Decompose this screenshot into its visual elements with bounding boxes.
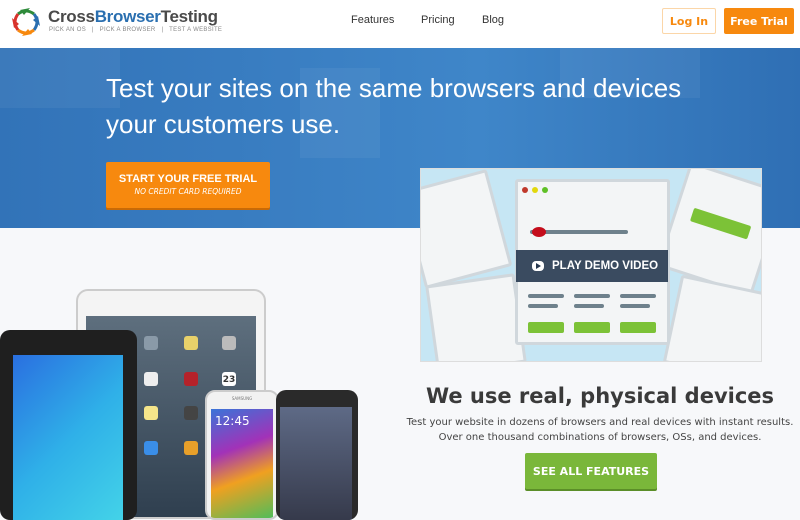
app-icon <box>184 336 198 350</box>
illustration-bar <box>620 294 656 298</box>
brand-cross: Cross <box>48 7 95 26</box>
features-description: Test your website in dozens of browsers … <box>400 415 800 445</box>
illustration-button <box>620 322 656 333</box>
iphone-screen <box>280 407 352 520</box>
illustration-bar <box>528 294 564 298</box>
samsung-screen: 12:45 <box>211 409 273 518</box>
illustration-button <box>528 322 564 333</box>
login-button[interactable]: Log In <box>662 8 716 34</box>
play-demo-video-button[interactable]: PLAY DEMO VIDEO <box>516 250 668 282</box>
calendar-app-icon: 23 <box>222 372 236 386</box>
desc-line-1: Test your website in dozens of browsers … <box>406 417 794 428</box>
nav-pricing[interactable]: Pricing <box>421 14 455 26</box>
illustration-bar <box>574 304 604 308</box>
illustration-logo <box>532 227 546 237</box>
illustration-button <box>574 322 610 333</box>
app-icon <box>144 406 158 420</box>
start-free-trial-button[interactable]: START YOUR FREE TRIAL NO CREDIT CARD REQ… <box>106 162 270 208</box>
brand-name[interactable]: CrossBrowserTesting <box>48 7 218 27</box>
browser-illustration <box>421 169 513 289</box>
app-icon <box>184 406 198 420</box>
nexus-tablet-image <box>0 330 137 520</box>
free-trial-button[interactable]: Free Trial <box>724 8 794 34</box>
window-dot <box>542 187 548 193</box>
see-all-features-button[interactable]: SEE ALL FEATURES <box>525 453 657 489</box>
bg-tile <box>0 48 120 108</box>
phone-clock: 12:45 <box>215 414 250 428</box>
browser-illustration <box>662 274 761 361</box>
cta-sublabel: NO CREDIT CARD REQUIRED <box>134 187 242 196</box>
app-icon <box>144 372 158 386</box>
play-label: PLAY DEMO VIDEO <box>552 260 659 272</box>
demo-video-thumbnail[interactable]: PLAY DEMO VIDEO <box>420 168 762 362</box>
illustration-bar <box>620 304 650 308</box>
iphone-device-image <box>276 390 358 520</box>
cta-label: START YOUR FREE TRIAL <box>118 173 258 185</box>
nexus-screen <box>13 355 123 520</box>
play-icon <box>532 261 544 271</box>
nav-features[interactable]: Features <box>351 14 394 26</box>
brand-browser: Browser <box>94 7 161 26</box>
browser-illustration <box>656 169 761 297</box>
phone-brand: SAMSUNG <box>231 396 253 401</box>
nav-blog[interactable]: Blog <box>482 14 504 26</box>
app-icon <box>144 336 158 350</box>
app-icon <box>184 372 198 386</box>
window-dot <box>522 187 528 193</box>
illustration-bar <box>528 304 558 308</box>
desc-line-2: Over one thousand combinations of browse… <box>438 432 762 443</box>
headline-line-1: Test your sites on the same browsers and… <box>106 73 682 103</box>
samsung-phone-image: SAMSUNG 12:45 <box>205 390 279 520</box>
crossbrowsertesting-logo-icon[interactable] <box>10 6 42 38</box>
headline-line-2: your customers use. <box>106 109 341 139</box>
features-heading: We use real, physical devices <box>425 384 775 408</box>
app-icon <box>222 336 236 350</box>
app-icon <box>184 441 198 455</box>
brand-testing: Testing <box>160 7 218 26</box>
hero-headline: Test your sites on the same browsers and… <box>106 70 706 142</box>
site-header: CrossBrowserTesting PICK AN OS | PICK A … <box>0 0 800 48</box>
illustration-button <box>689 207 752 240</box>
browser-illustration <box>425 273 527 361</box>
brand-tagline: PICK AN OS | PICK A BROWSER | TEST A WEB… <box>49 27 223 33</box>
app-icon <box>144 441 158 455</box>
window-dot <box>532 187 538 193</box>
illustration-bar <box>574 294 610 298</box>
